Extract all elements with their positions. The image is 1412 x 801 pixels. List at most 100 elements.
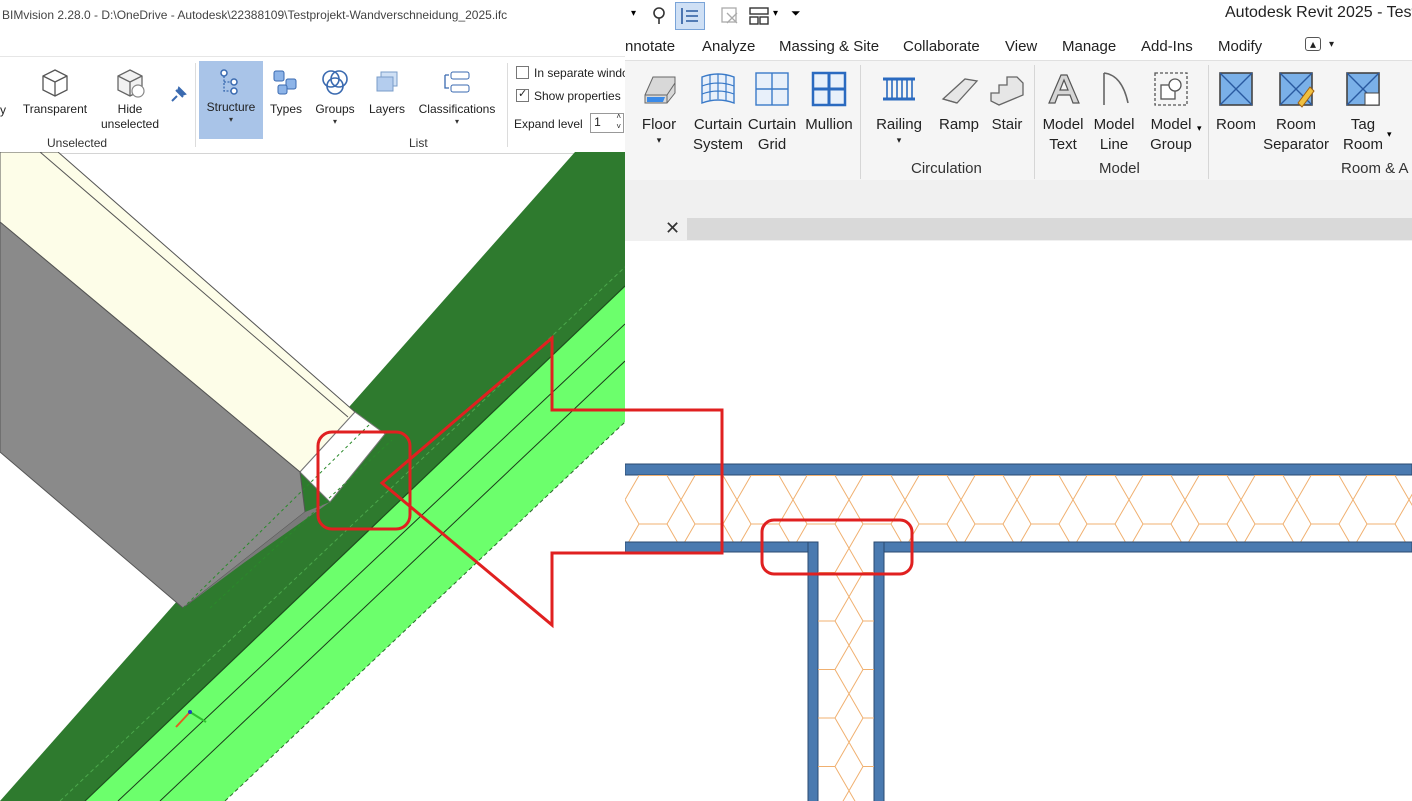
switch-windows-icon[interactable] (747, 4, 771, 28)
types-label: Types (269, 102, 302, 116)
room-icon (1219, 72, 1253, 106)
railing-label: Railing (876, 116, 922, 133)
transparent-button[interactable]: Transparent (20, 67, 90, 117)
mullion-button[interactable]: Mullion (801, 69, 857, 135)
model-group-icon (1154, 72, 1188, 106)
model-group-button[interactable]: Model Group (1145, 69, 1197, 155)
tag-room-label-1: Tag (1350, 116, 1376, 133)
spin-up-icon[interactable]: ˄ (616, 112, 621, 122)
measure-pin-icon[interactable] (649, 5, 669, 25)
ribbon-toggle-dropdown-icon[interactable]: ▾ (1329, 39, 1334, 50)
tab-add-ins[interactable]: Add-Ins (1141, 38, 1193, 55)
revit-ribbon-tabs: nnotate Analyze Massing & Site Collabora… (625, 34, 1412, 60)
hide-label-2: unselected (100, 117, 160, 131)
group-label-room-area: Room & A (1341, 160, 1409, 177)
ramp-button[interactable]: Ramp (935, 69, 983, 135)
tag-room-icon (1346, 72, 1380, 106)
curtain-grid-label-2: Grid (757, 136, 787, 153)
close-view-icon[interactable]: ✕ (665, 218, 683, 238)
stair-label: Stair (991, 116, 1023, 133)
expand-level-input[interactable]: 1 ˄ ˅ (590, 112, 625, 133)
layers-label: Layers (368, 102, 406, 116)
groups-dropdown-arrow: ▾ (332, 117, 337, 126)
pin-icon[interactable] (168, 85, 188, 105)
floor-button[interactable]: Floor ▾ (635, 69, 683, 145)
show-properties-box[interactable] (516, 87, 529, 102)
classifications-dropdown-arrow: ▾ (454, 117, 459, 126)
model-group-dropdown-arrow[interactable]: ▾ (1197, 123, 1202, 134)
bimvision-ribbon: y Transparent Hide unselected Structure … (0, 56, 625, 154)
thin-lines-button[interactable] (675, 2, 705, 30)
groups-circles-icon (322, 70, 348, 95)
tab-collaborate[interactable]: Collaborate (903, 38, 980, 55)
hide-unselected-button[interactable]: Hide unselected (96, 67, 164, 132)
ribbon-separator (860, 65, 861, 179)
tab-annotate[interactable]: nnotate (625, 38, 675, 55)
floor-dropdown-arrow: ▾ (656, 135, 662, 145)
types-puzzle-icon (273, 70, 297, 95)
room-button[interactable]: Room (1213, 69, 1259, 135)
model-group-label-1: Model (1150, 116, 1192, 133)
layers-button[interactable]: Layers (364, 67, 410, 117)
bimvision-window: BIMvision 2.28.0 - D:\OneDrive - Autodes… (0, 0, 625, 801)
layers-icon (376, 71, 398, 92)
tab-massing-site[interactable]: Massing & Site (779, 38, 879, 55)
room-separator-label-1: Room (1275, 116, 1316, 133)
group-label-list: List (409, 136, 428, 150)
tab-modify[interactable]: Modify (1218, 38, 1262, 55)
show-properties-checkbox[interactable]: Show properties (516, 87, 621, 103)
tag-room-dropdown-arrow[interactable]: ▾ (1387, 129, 1392, 140)
model-line-button[interactable]: Model Line (1090, 69, 1138, 155)
tab-view[interactable]: View (1005, 38, 1037, 55)
model-text-icon (1048, 74, 1080, 104)
floor-label: Floor (641, 116, 677, 133)
railing-button[interactable]: Railing ▾ (873, 69, 925, 145)
tag-room-button[interactable]: Tag Room (1337, 69, 1389, 155)
horizontal-wall[interactable] (625, 463, 1412, 553)
hide-cube-icon (117, 69, 145, 98)
mullion-icon (811, 71, 847, 107)
expand-level-value: 1 (594, 115, 601, 129)
bimvision-3d-viewport[interactable] (0, 152, 625, 801)
switch-windows-dropdown-icon[interactable]: ▾ (773, 8, 778, 19)
group-label-circulation: Circulation (911, 160, 982, 177)
classifications-button[interactable]: Classifications ▾ (414, 67, 500, 127)
revit-window: ▾ ▾ ⏷ Autodesk Revit 2025 - Testpr nnota… (625, 0, 1412, 801)
expand-level-label: Expand level (514, 117, 583, 131)
revit-plan-view[interactable] (625, 241, 1412, 801)
tab-analyze[interactable]: Analyze (702, 38, 755, 55)
structure-button[interactable]: Structure ▾ (199, 61, 263, 139)
separate-window-box[interactable] (516, 66, 529, 79)
transparent-cube-icon (42, 69, 68, 97)
bimvision-title-bar: BIMvision 2.28.0 - D:\OneDrive - Autodes… (0, 0, 625, 30)
types-button[interactable]: Types (266, 67, 306, 117)
mullion-label: Mullion (805, 116, 853, 133)
groups-label: Groups (315, 102, 355, 116)
partial-button-label[interactable]: y (0, 103, 10, 118)
tab-manage[interactable]: Manage (1062, 38, 1116, 55)
structure-label: Structure (206, 100, 256, 114)
spin-down-icon[interactable]: ˅ (616, 122, 621, 132)
group-label-model: Model (1099, 160, 1140, 177)
ramp-label: Ramp (938, 116, 979, 133)
room-separator-button[interactable]: Room Separator (1261, 69, 1331, 155)
model-text-button[interactable]: Model Text (1039, 69, 1087, 155)
close-hidden-icon[interactable] (719, 5, 741, 27)
customize-qat-icon[interactable]: ⏷ (791, 6, 801, 21)
ribbon-separator (1208, 65, 1209, 179)
curtain-system-label-2: System (692, 136, 743, 153)
curtain-grid-label-1: Curtain (747, 116, 797, 133)
group-label-unselected: Unselected (47, 136, 108, 150)
separate-window-label: In separate windo (534, 66, 625, 80)
curtain-system-label-1: Curtain (693, 116, 743, 133)
qat-dropdown-icon[interactable]: ▾ (631, 8, 636, 19)
separate-window-checkbox[interactable]: In separate windo (516, 66, 625, 80)
curtain-system-button[interactable]: Curtain System (691, 69, 745, 155)
groups-button[interactable]: Groups ▾ (312, 67, 358, 127)
stair-button[interactable]: Stair (985, 69, 1029, 135)
railing-icon (883, 77, 915, 101)
vertical-wall[interactable] (807, 541, 885, 801)
ribbon-toggle-icon[interactable]: ▴ (1305, 37, 1322, 51)
room-separator-label-2: Separator (1263, 136, 1329, 153)
curtain-grid-button[interactable]: Curtain Grid (747, 69, 797, 155)
